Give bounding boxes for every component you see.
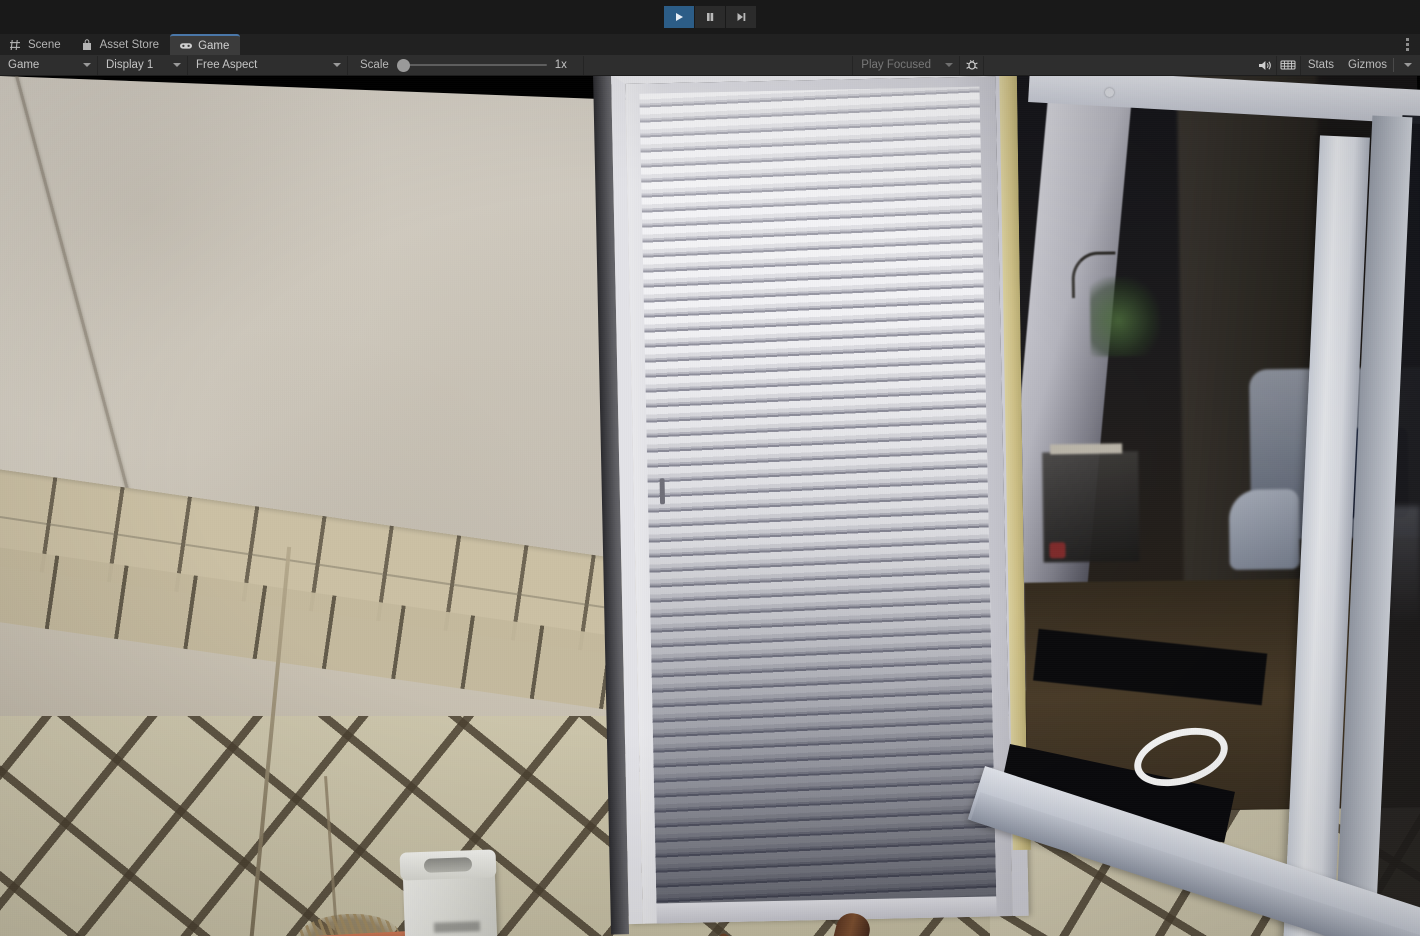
interior-sofa-arm xyxy=(1228,488,1300,570)
aspect-ratio-dropdown[interactable]: Free Aspect xyxy=(188,55,348,75)
chevron-down-icon xyxy=(1404,63,1413,67)
play-button[interactable] xyxy=(664,6,694,28)
display-dropdown[interactable]: Display 1 xyxy=(98,55,188,75)
playback-button-group xyxy=(664,6,756,28)
kebab-menu-icon[interactable] xyxy=(1394,34,1420,55)
interior-shelf-top xyxy=(1050,443,1123,455)
tab-label: Game xyxy=(198,39,230,52)
chevron-down-icon xyxy=(173,63,181,67)
stats-label: Stats xyxy=(1307,59,1335,71)
playback-toolbar xyxy=(0,0,1420,34)
tab-bar-spacer xyxy=(240,34,1394,55)
scene-grid-icon xyxy=(9,38,23,52)
scale-slider-handle[interactable] xyxy=(396,58,410,72)
louvered-shutter-door xyxy=(593,76,1029,935)
shutter-handle xyxy=(659,478,666,505)
debug-bug-icon[interactable] xyxy=(960,55,985,75)
game-view-canvas[interactable] xyxy=(0,76,1420,936)
trash-bin-lid-handle xyxy=(423,857,473,873)
tab-asset-store[interactable]: Asset Store xyxy=(72,34,170,55)
view-type-value: Game xyxy=(8,59,40,71)
chevron-down-icon xyxy=(83,63,91,67)
play-mode-dropdown[interactable]: Play Focused xyxy=(852,55,961,75)
trash-bin-label xyxy=(433,921,481,933)
speaker-icon[interactable] xyxy=(1253,55,1277,75)
chair-post xyxy=(808,909,874,936)
shutter-shading xyxy=(639,86,997,906)
grid-icon[interactable] xyxy=(1277,55,1301,75)
chevron-down-icon xyxy=(333,63,341,67)
chevron-down-icon xyxy=(945,63,954,67)
door-frame-screw xyxy=(1105,88,1114,97)
interior-houseplant xyxy=(1089,275,1161,357)
wooden-chair xyxy=(700,906,920,936)
panel-tab-bar: Scene Asset Store Game xyxy=(0,34,1420,55)
gizmos-label: Gizmos xyxy=(1348,59,1388,71)
scale-slider-track xyxy=(404,64,547,66)
pause-button[interactable] xyxy=(695,6,725,28)
gizmos-dropdown-arrow[interactable] xyxy=(1396,56,1420,75)
shutter-frame xyxy=(611,76,1029,925)
tab-game[interactable]: Game xyxy=(170,34,241,55)
rendered-scene xyxy=(0,76,1420,936)
step-button[interactable] xyxy=(726,6,756,28)
unity-editor-window: Scene Asset Store Game Game Display 1 Fr… xyxy=(0,0,1420,936)
play-mode-value: Play Focused xyxy=(861,59,931,71)
gamepad-icon xyxy=(179,39,193,53)
display-value: Display 1 xyxy=(106,59,154,71)
view-type-dropdown[interactable]: Game xyxy=(0,55,98,75)
tab-scene[interactable]: Scene xyxy=(0,34,72,55)
scale-value: 1x xyxy=(554,59,567,71)
aspect-ratio-value: Free Aspect xyxy=(196,59,258,71)
shopping-bag-icon xyxy=(81,38,95,52)
tab-label: Scene xyxy=(28,38,61,51)
interior-red-object xyxy=(1049,542,1066,559)
chair-top-rail xyxy=(707,932,913,936)
gizmos-button[interactable]: Gizmos xyxy=(1341,56,1391,75)
tab-label: Asset Store xyxy=(99,38,160,51)
toolbar-right-group: Stats Gizmos xyxy=(1253,55,1420,76)
shutter-louvers xyxy=(639,86,997,906)
glass-reflection xyxy=(1390,506,1420,626)
toolbar-divider xyxy=(1393,58,1395,72)
scale-slider[interactable] xyxy=(396,58,547,72)
stats-button[interactable]: Stats xyxy=(1301,56,1341,75)
scale-label: Scale xyxy=(360,59,389,71)
game-view-toolbar: Game Display 1 Free Aspect Scale 1x Play… xyxy=(0,55,1420,76)
scale-control: Scale 1x xyxy=(348,55,584,75)
